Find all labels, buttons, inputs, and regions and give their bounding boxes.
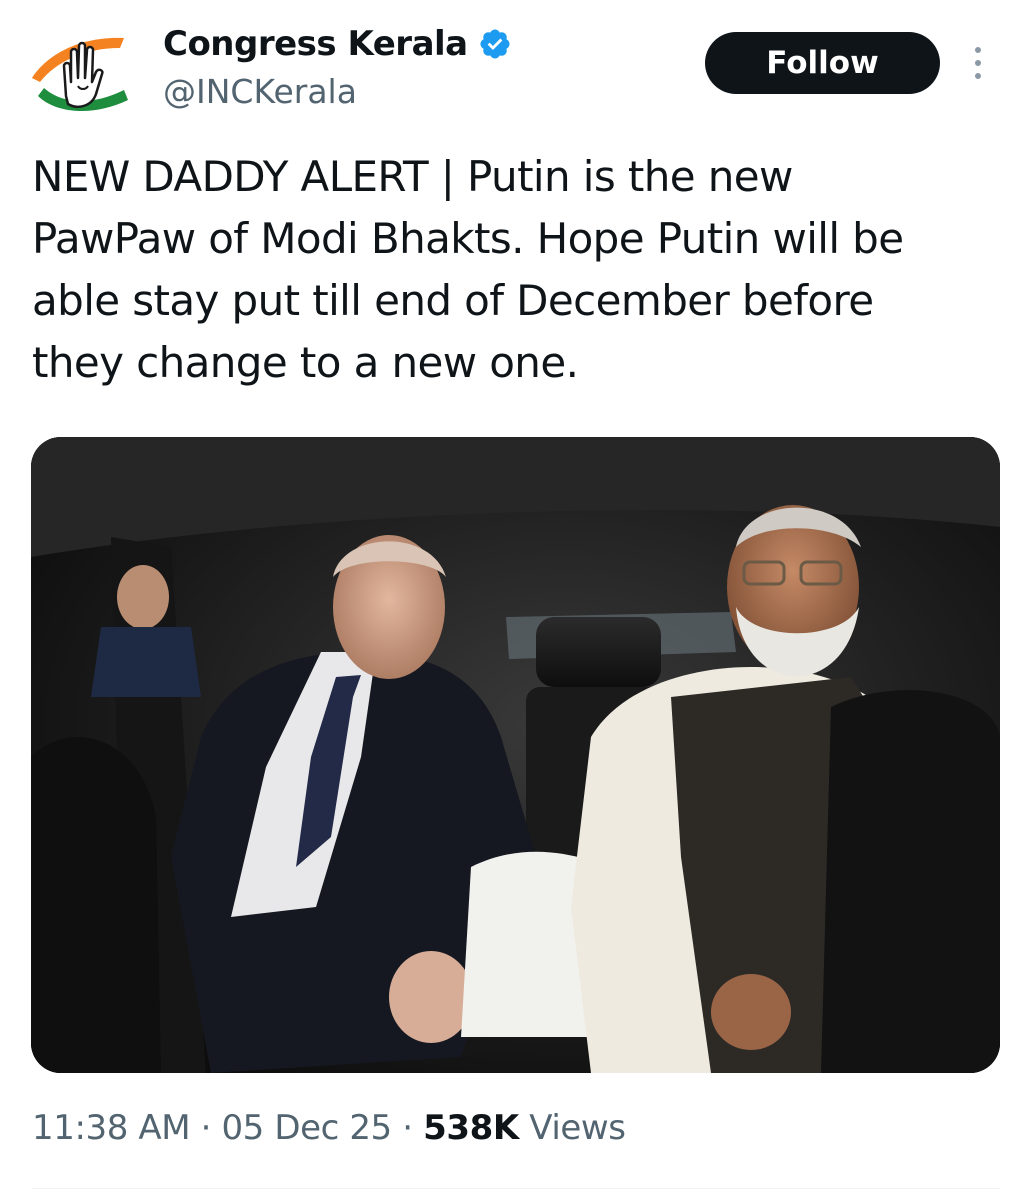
tweet-meta: 11:38 AM · 05 Dec 25 · 538K Views [32, 1108, 626, 1148]
views-label: Views [529, 1108, 626, 1148]
more-vertical-icon[interactable] [966, 42, 990, 84]
tweet-text: NEW DADDY ALERT | Putin is the new PawPa… [32, 152, 904, 387]
tweet-photo[interactable] [31, 437, 1000, 1073]
views-count: 538K [423, 1108, 519, 1148]
author-name-row[interactable]: Congress Kerala [163, 24, 512, 64]
author-avatar[interactable] [28, 26, 132, 122]
tweet-time[interactable]: 11:38 AM [32, 1108, 191, 1148]
author-display-name[interactable]: Congress Kerala [163, 24, 468, 64]
divider [32, 1188, 1000, 1189]
meta-separator: · [402, 1108, 413, 1148]
tweet-card: Congress Kerala @INCKerala Follow NEW DA… [0, 0, 1030, 1200]
meta-separator: · [200, 1108, 212, 1148]
congress-hand-logo-icon [32, 37, 128, 112]
verified-badge-icon [478, 27, 512, 61]
tweet-date[interactable]: 05 Dec 25 [221, 1108, 392, 1148]
author-handle[interactable]: @INCKerala [163, 72, 357, 111]
follow-button[interactable]: Follow [705, 32, 940, 94]
